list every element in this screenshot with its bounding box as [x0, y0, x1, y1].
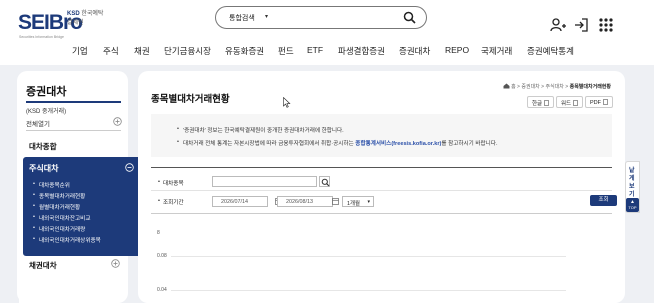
download-word-button[interactable]: 워드	[556, 96, 584, 108]
gridline	[171, 290, 566, 291]
sidebar-item-summary[interactable]: 대차종합	[29, 141, 57, 152]
date-from-input[interactable]: 2026/07/14	[212, 196, 268, 207]
notice-box: '증권대차' 정보는 한국예탁결제원이 중개한 증권대차거래에 한합니다. 대차…	[151, 114, 612, 157]
global-nav: 기업 주식 채권 단기금융시장 유동화증권 펀드 ETF 파생결합증권 증권대차…	[0, 40, 654, 62]
gnb-item[interactable]: 펀드	[278, 45, 294, 57]
sidebar-subitem[interactable]: 월별대차거래현황	[33, 203, 80, 211]
expand-icon[interactable]	[113, 117, 122, 126]
notice-text: 대차거래 전체 통계는 자본시장법에 따라 금융투자협회에서 취합·공시하는 종…	[177, 139, 498, 147]
grid-menu-icon[interactable]	[598, 17, 614, 33]
sidebar-subitem[interactable]: 종목별대차거래현황	[33, 192, 85, 200]
query-button[interactable]: 조회	[590, 195, 617, 206]
y-tick-label: 0.04	[157, 287, 167, 293]
gnb-item[interactable]: 단기금융시장	[164, 45, 211, 57]
add-user-icon[interactable]	[550, 17, 566, 33]
logo-tagline: Securities Information Bridge	[19, 35, 64, 39]
search-icon[interactable]	[403, 11, 416, 24]
chevron-down-icon: ▾	[367, 199, 370, 205]
file-icon	[603, 99, 608, 105]
expand-all-link[interactable]: 전체열기	[26, 118, 50, 128]
home-icon[interactable]	[503, 83, 510, 89]
period-label: 조회기간	[158, 198, 183, 206]
sidebar-subitem[interactable]: 내외국인대차거래량	[33, 225, 85, 233]
expand-icon[interactable]	[111, 259, 120, 268]
breadcrumb-item[interactable]: 증권대차	[521, 84, 539, 90]
main-content: 종목별대차거래현황 홈 > 증권대차 > 주식대차 > 종목별대차거래현황 한글…	[138, 71, 625, 303]
breadcrumb-current: 종목별대차거래현황	[569, 84, 611, 90]
gnb-item[interactable]: ETF	[307, 45, 323, 55]
file-icon	[573, 100, 578, 106]
left-sidebar: 증권대차 (KSD 중개거래) 전체열기 대차종합 주식대차 대차종목순위 종목…	[17, 71, 143, 303]
notice-text: '증권대차' 정보는 한국예탁결제원이 중개한 증권대차거래에 한합니다.	[177, 126, 344, 134]
chart-area: 8 0.08 0.04	[151, 224, 612, 303]
gnb-item[interactable]: 유동화증권	[225, 45, 264, 57]
seibro-logo[interactable]: SEIBro KSD 한국예탁결제원 Securities Informatio…	[18, 8, 108, 39]
sidebar-item-stock-lending[interactable]: 주식대차	[29, 163, 58, 174]
logo-ksd-label: KSD 한국예탁결제원	[67, 11, 104, 26]
site-header: SEIBro KSD 한국예탁결제원 Securities Informatio…	[0, 0, 654, 65]
search-icon	[321, 178, 330, 187]
sidebar-subtitle: (KSD 중개거래)	[26, 109, 67, 115]
gnb-item[interactable]: 증권예탁통계	[527, 45, 574, 57]
breadcrumb-item[interactable]: 홈	[511, 84, 516, 90]
freesis-link[interactable]: 종합통계서비스(freesis.kofia.or.kr)	[355, 141, 441, 147]
sidebar-subitem[interactable]: 내외국인대차거래상위종목	[33, 236, 101, 244]
sidebar-bottom-card[interactable]	[78, 292, 112, 303]
breadcrumb: 홈 > 증권대차 > 주식대차 > 종목별대차거래현황	[503, 83, 611, 90]
divider	[151, 190, 612, 191]
sidebar-subitem[interactable]: 대차종목순위	[33, 181, 70, 189]
breadcrumb-item[interactable]: 주식대차	[545, 84, 563, 90]
ledger-view-label: 낱게보기	[629, 168, 635, 198]
sidebar-bottom-card[interactable]	[19, 292, 53, 303]
calendar-icon[interactable]	[332, 197, 339, 205]
scroll-top-button[interactable]: ▲ TOP	[626, 198, 639, 212]
divider	[26, 130, 121, 131]
sidebar-subitem[interactable]: 내외국인대차잔고비교	[33, 214, 91, 222]
download-hwp-button[interactable]: 한글	[527, 96, 555, 108]
gnb-item[interactable]: 채권	[134, 45, 150, 57]
y-tick-label: 8	[157, 230, 160, 236]
file-icon	[544, 100, 549, 106]
search-input[interactable]	[278, 10, 398, 25]
gnb-item[interactable]: 기업	[72, 45, 88, 57]
item-search-button[interactable]	[319, 176, 330, 187]
login-icon[interactable]	[573, 17, 589, 33]
gnb-item[interactable]: 증권대차	[399, 45, 430, 57]
search-category-select[interactable]: 통합검색	[229, 13, 255, 23]
download-pdf-button[interactable]: PDF	[585, 96, 613, 108]
gnb-item[interactable]: 국제거래	[481, 45, 512, 57]
gnb-item[interactable]: 주식	[103, 45, 119, 57]
collapse-icon[interactable]	[125, 163, 134, 172]
gridline	[171, 256, 566, 257]
page-title: 종목별대차거래현황	[151, 94, 230, 105]
y-tick-label: 0.08	[157, 253, 167, 259]
unified-search-box[interactable]: 통합검색 ▾	[215, 6, 427, 29]
sidebar-item-bond-lending[interactable]: 채권대차	[29, 260, 57, 271]
item-label: 대차종목	[158, 179, 183, 187]
gnb-item[interactable]: REPO	[445, 45, 469, 55]
date-to-input[interactable]: 2026/08/13	[277, 196, 333, 207]
gnb-item[interactable]: 파생결합증권	[338, 45, 385, 57]
divider	[26, 101, 121, 103]
chevron-down-icon[interactable]: ▾	[265, 13, 268, 20]
sidebar-title: 증권대차	[26, 86, 67, 98]
mouse-cursor-icon	[283, 97, 291, 108]
period-select[interactable]: 1개월 ▾	[342, 196, 374, 207]
item-input[interactable]	[212, 176, 317, 187]
search-form: 대차종목 조회기간 2026/07/14 ~ 2026/08/13 1개월 ▾ …	[151, 167, 617, 214]
